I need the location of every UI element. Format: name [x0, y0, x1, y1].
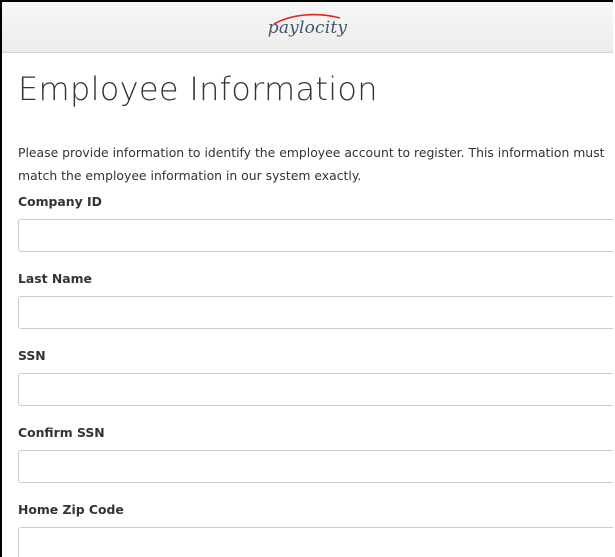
header-bar: paylocity	[2, 2, 613, 53]
home-zip-code-input[interactable]	[18, 527, 613, 557]
ssn-field: SSN	[18, 348, 613, 406]
confirm-ssn-label: Confirm SSN	[18, 425, 105, 440]
intro-text: Please provide information to identify t…	[18, 145, 605, 183]
home-zip-code-field: Home Zip Code	[18, 502, 613, 557]
ssn-input[interactable]	[18, 373, 613, 406]
last-name-label: Last Name	[18, 271, 92, 286]
main-content: Employee Information Please provide info…	[2, 69, 613, 557]
paylocity-logo: paylocity	[268, 13, 348, 38]
ssn-label: SSN	[18, 348, 46, 363]
company-id-label: Company ID	[18, 194, 102, 209]
page-title: Employee Information	[18, 70, 378, 108]
page-frame: paylocity Employee Information Please pr…	[0, 0, 613, 557]
logo-swoosh-icon	[273, 13, 340, 25]
confirm-ssn-input[interactable]	[18, 450, 613, 483]
company-id-field: Company ID	[18, 194, 613, 252]
last-name-input[interactable]	[18, 296, 613, 329]
company-id-input[interactable]	[18, 219, 613, 252]
home-zip-code-label: Home Zip Code	[18, 502, 124, 517]
confirm-ssn-field: Confirm SSN	[18, 425, 613, 483]
last-name-field: Last Name	[18, 271, 613, 329]
